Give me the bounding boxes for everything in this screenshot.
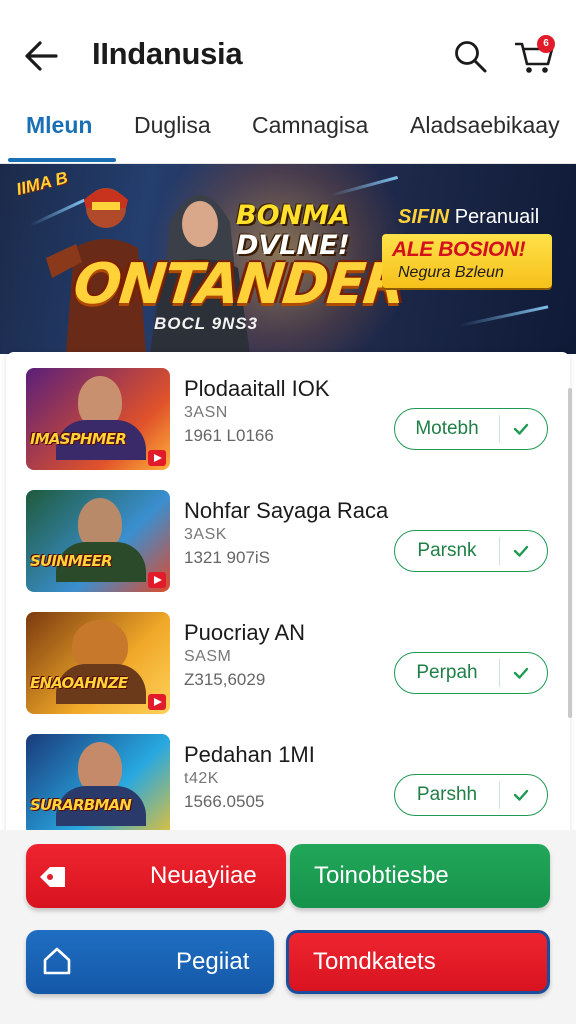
banner-streak bbox=[459, 305, 549, 327]
checkmark-icon bbox=[513, 789, 529, 801]
game-thumbnail[interactable]: ENAOAHNZE bbox=[26, 612, 170, 714]
item-title: Pedahan 1MI bbox=[184, 742, 315, 767]
play-badge-icon bbox=[148, 572, 166, 588]
item-action-button[interactable]: Parshh bbox=[394, 774, 548, 816]
tag-icon bbox=[40, 867, 65, 887]
action-label: Pegiiat bbox=[176, 948, 250, 975]
list-item[interactable]: SUINMEER Nohfar Sayaga Raca 3ASK 1321 90… bbox=[6, 474, 570, 594]
action-button-neuayiiae[interactable]: Neuayiiae bbox=[26, 844, 286, 908]
item-code: SASM bbox=[184, 648, 232, 665]
button-divider bbox=[499, 659, 500, 687]
action-button-pegiiat[interactable]: Pegiiat bbox=[26, 930, 274, 994]
tab-camnagisa[interactable]: Camnagisa bbox=[252, 112, 368, 139]
game-thumbnail[interactable]: SURARBMAN bbox=[26, 734, 170, 836]
item-action-label: Perpah bbox=[416, 662, 478, 683]
button-divider bbox=[499, 415, 500, 443]
item-title: Nohfar Sayaga Raca bbox=[184, 498, 389, 523]
item-action-label: Parshh bbox=[416, 784, 478, 805]
item-title: Plodaaitall IOK bbox=[184, 376, 330, 401]
app-header: IIndanusia 6 bbox=[0, 0, 576, 106]
checkmark-icon bbox=[513, 667, 529, 679]
play-badge-icon bbox=[148, 450, 166, 466]
thumbnail-label: SUINMEER bbox=[30, 552, 113, 570]
home-icon bbox=[43, 947, 71, 975]
item-action-button[interactable]: Parsnk bbox=[394, 530, 548, 572]
list-item[interactable]: SURARBMAN Pedahan 1MI t42K 1566.0505 Par… bbox=[6, 718, 570, 838]
banner-logo-subtext: BOCL 9NS3 bbox=[154, 314, 259, 333]
item-action-button[interactable]: Perpah bbox=[394, 652, 548, 694]
item-number: 1961 L0166 bbox=[184, 426, 274, 445]
list-item[interactable]: ENAOAHNZE Puocriay AN SASM Z315,6029 Per… bbox=[6, 596, 570, 716]
tab-mleun[interactable]: Mleun bbox=[26, 112, 92, 139]
action-label: Neuayiiae bbox=[150, 862, 257, 889]
game-thumbnail[interactable]: SUINMEER bbox=[26, 490, 170, 592]
item-number: 1566.0505 bbox=[184, 792, 265, 811]
play-badge-icon bbox=[148, 694, 166, 710]
banner-logo-text: ONTANDER bbox=[70, 252, 408, 317]
banner-right-top-bold: SIFIN bbox=[398, 206, 450, 228]
tab-bar: Mleun Duglisa Camnagisa Aladsaebikaay bbox=[0, 106, 576, 164]
tab-aladsaebikaay[interactable]: Aladsaebikaay bbox=[410, 112, 560, 139]
item-code: 3ASK bbox=[184, 526, 227, 543]
action-button-toinobtiesbe[interactable]: Toinobtiesbe bbox=[290, 844, 550, 908]
button-divider bbox=[499, 537, 500, 565]
item-title: Puocriay AN bbox=[184, 620, 306, 645]
list-scrollbar[interactable] bbox=[568, 388, 572, 718]
checkmark-icon bbox=[513, 423, 529, 435]
tab-duglisa[interactable]: Duglisa bbox=[134, 112, 211, 139]
back-arrow-icon[interactable] bbox=[22, 38, 60, 74]
page-title: IIndanusia bbox=[92, 36, 243, 71]
item-number: Z315,6029 bbox=[184, 670, 266, 689]
promo-line-1: ALE BOSION! bbox=[392, 238, 526, 261]
search-icon[interactable] bbox=[452, 38, 488, 74]
thumbnail-label: SURARBMAN bbox=[30, 796, 132, 814]
banner-right-top: SIFIN Peranuail bbox=[398, 206, 539, 229]
action-label: Toinobtiesbe bbox=[314, 862, 449, 889]
checkmark-icon bbox=[513, 545, 529, 557]
cart-count-badge: 6 bbox=[537, 35, 555, 53]
banner-right-top-text: Peranuail bbox=[454, 206, 540, 228]
action-button-tomdkatets[interactable]: Tomdkatets bbox=[286, 930, 550, 994]
thumbnail-label: IMASPHMER bbox=[30, 430, 127, 448]
item-action-label: Parsnk bbox=[417, 540, 477, 561]
game-list: IMASPHMER Plodaaitall IOK 3ASN 1961 L016… bbox=[6, 352, 570, 838]
item-code: 3ASN bbox=[184, 404, 228, 421]
item-action-button[interactable]: Motebh bbox=[394, 408, 548, 450]
promo-line-2: Negura Bzleun bbox=[398, 264, 504, 281]
item-code: t42K bbox=[184, 770, 219, 787]
list-item[interactable]: IMASPHMER Plodaaitall IOK 3ASN 1961 L016… bbox=[6, 352, 570, 472]
item-action-label: Motebh bbox=[415, 418, 479, 439]
banner-headline-1: BONMA bbox=[236, 200, 350, 231]
game-thumbnail[interactable]: IMASPHMER bbox=[26, 368, 170, 470]
button-divider bbox=[499, 781, 500, 809]
action-label: Tomdkatets bbox=[313, 948, 436, 975]
active-tab-indicator bbox=[8, 158, 116, 162]
thumbnail-label: ENAOAHNZE bbox=[30, 674, 128, 692]
item-number: 1321 907iS bbox=[184, 548, 271, 567]
